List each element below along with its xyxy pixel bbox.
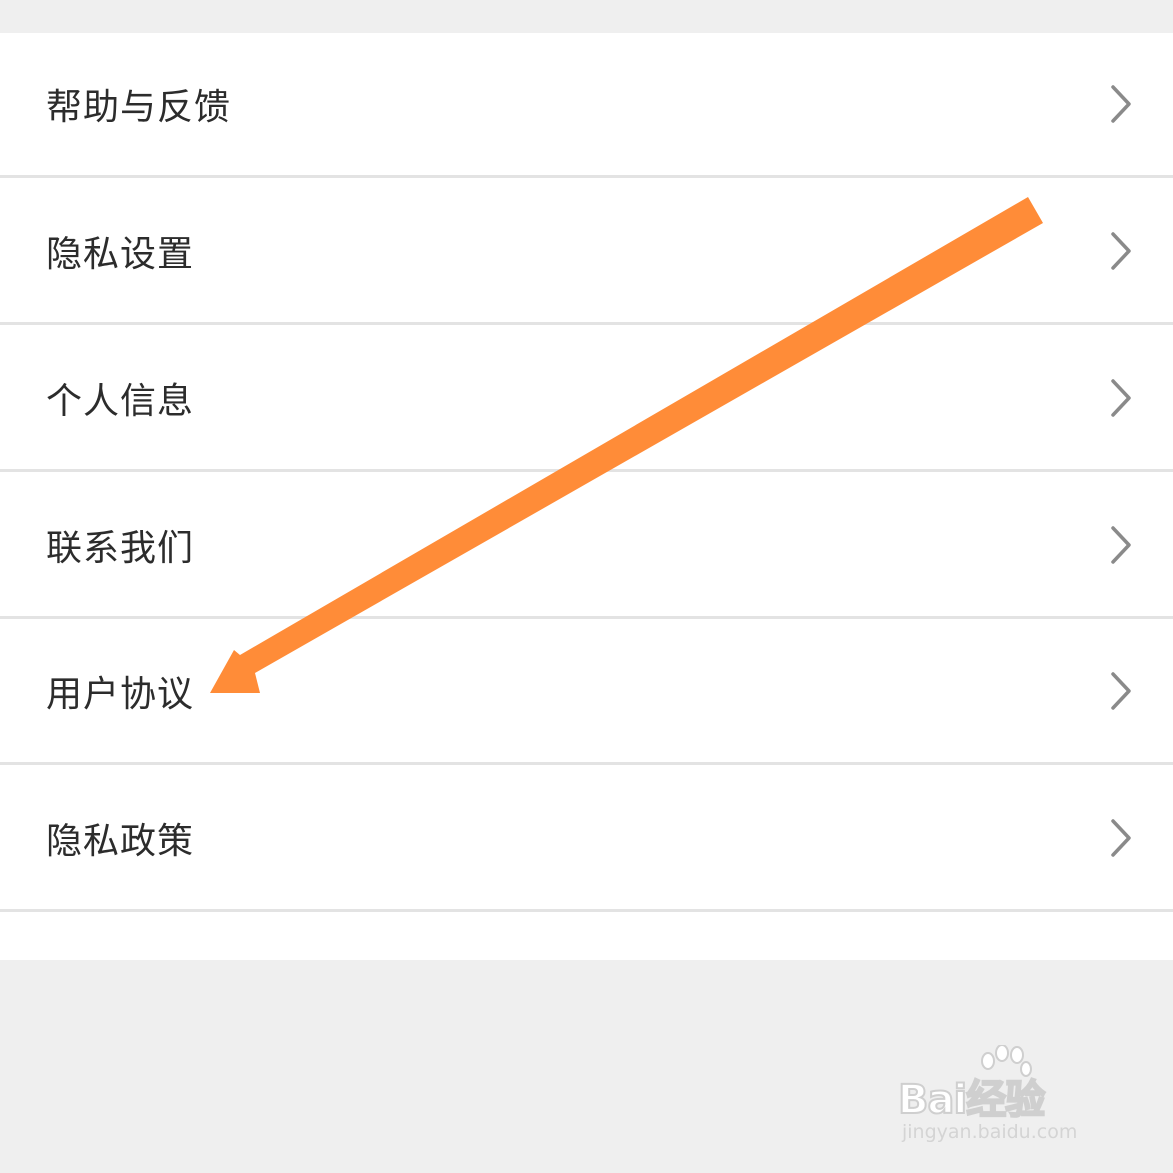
menu-item-privacy-settings[interactable]: 隐私设置 bbox=[0, 180, 1173, 325]
menu-item-label: 个人信息 bbox=[46, 381, 195, 422]
chevron-right-icon bbox=[1111, 379, 1131, 417]
baidu-jingyan-watermark: Bai经验 jingyan.baidu.com bbox=[897, 1045, 1118, 1155]
watermark-logo-text: Bai经验 bbox=[897, 1076, 1046, 1124]
watermark-url: jingyan.baidu.com bbox=[902, 1121, 1078, 1143]
menu-item-privacy-policy[interactable]: 隐私政策 bbox=[0, 767, 1173, 912]
settings-menu-list: 帮助与反馈 隐私设置 个人信息 联系我们 用户协议 隐私政策 bbox=[0, 33, 1173, 960]
menu-item-label: 帮助与反馈 bbox=[46, 87, 232, 128]
chevron-right-icon bbox=[1111, 819, 1131, 857]
chevron-right-icon bbox=[1111, 672, 1131, 710]
menu-item-label: 隐私设置 bbox=[46, 234, 195, 275]
menu-item-label: 联系我们 bbox=[46, 528, 195, 569]
top-spacer bbox=[0, 0, 1173, 33]
chevron-right-icon bbox=[1111, 232, 1131, 270]
menu-item-help-feedback[interactable]: 帮助与反馈 bbox=[0, 33, 1173, 178]
chevron-right-icon bbox=[1111, 526, 1131, 564]
menu-item-user-agreement[interactable]: 用户协议 bbox=[0, 620, 1173, 765]
menu-item-label: 用户协议 bbox=[46, 674, 195, 715]
menu-item-personal-info[interactable]: 个人信息 bbox=[0, 327, 1173, 472]
menu-item-contact-us[interactable]: 联系我们 bbox=[0, 474, 1173, 619]
menu-item-label: 隐私政策 bbox=[46, 821, 195, 862]
chevron-right-icon bbox=[1111, 85, 1131, 123]
